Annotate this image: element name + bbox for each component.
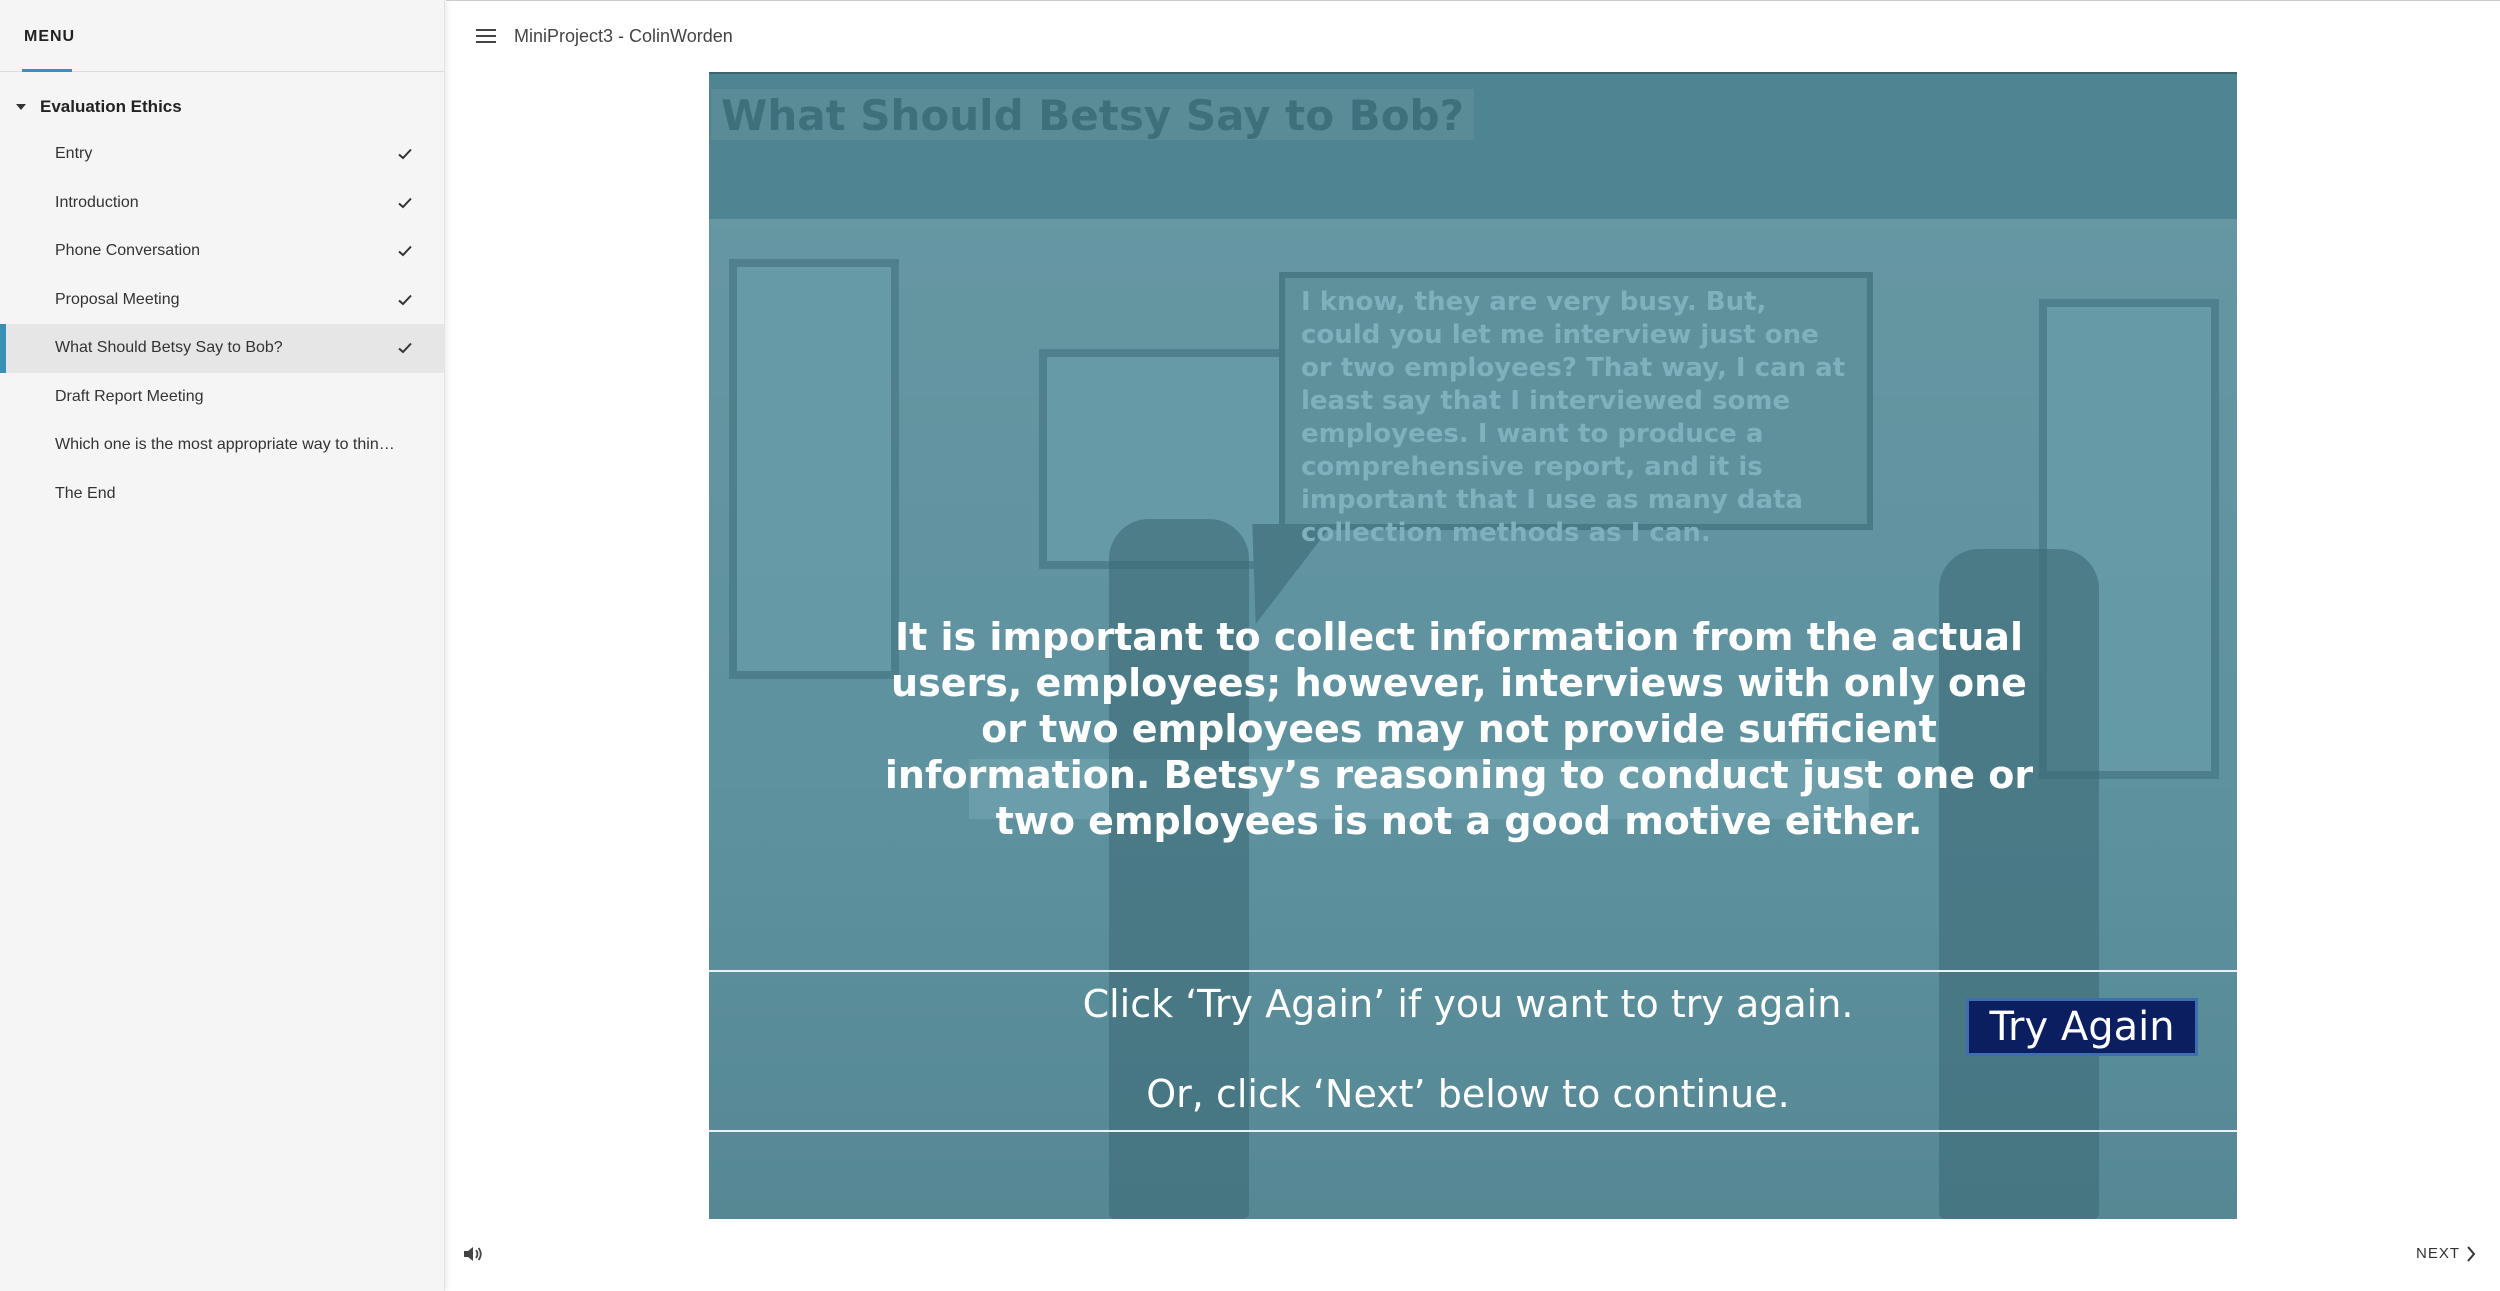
instruction-next-text: Or, click ‘Next’ below to continue. [1146, 1072, 1790, 1116]
sidebar-item-label: Phone Conversation [55, 242, 200, 260]
checkmark-icon [398, 342, 412, 354]
sidebar-item-introduction[interactable]: Introduction [0, 179, 444, 228]
sidebar-item-proposal-meeting[interactable]: Proposal Meeting [0, 276, 444, 325]
menu-header: MENU [0, 0, 444, 72]
sidebar-items: Entry Introduction Phone Conversation Pr… [0, 130, 444, 518]
speaker-icon[interactable] [462, 1245, 484, 1263]
menu-title-underline [22, 69, 72, 72]
checkmark-icon [398, 197, 412, 208]
sidebar-item-label: Draft Report Meeting [55, 387, 204, 405]
hamburger-icon[interactable] [476, 29, 496, 45]
section-evaluation-ethics[interactable]: Evaluation Ethics [0, 92, 444, 122]
sidebar-item-what-should-betsy-say[interactable]: What Should Betsy Say to Bob? [0, 324, 444, 373]
slide-title: What Should Betsy Say to Bob? [711, 89, 1474, 140]
next-label: NEXT [2415, 1245, 2460, 1262]
sidebar-item-the-end[interactable]: The End [0, 470, 444, 519]
checkmark-icon [398, 294, 412, 305]
sidebar-item-label: Proposal Meeting [55, 290, 180, 308]
sidebar-item-label: The End [55, 484, 116, 502]
try-again-button[interactable]: Try Again [1966, 998, 2198, 1056]
instruction-band: Click ‘Try Again’ if you want to try aga… [709, 970, 2237, 1132]
checkmark-icon [398, 148, 412, 160]
caret-down-icon [16, 104, 26, 110]
next-button[interactable]: NEXT [2416, 1245, 2476, 1262]
sidebar-item-most-appropriate-way[interactable]: Which one is the most appropriate way to… [0, 421, 444, 470]
window-shape [729, 259, 899, 679]
sidebar-item-label: Introduction [55, 193, 139, 211]
sidebar-item-label: What Should Betsy Say to Bob? [55, 339, 283, 357]
speech-bubble: I know, they are very busy. But, could y… [1279, 272, 1873, 548]
course-title: MiniProject3 - ColinWorden [514, 26, 733, 46]
section-title: Evaluation Ethics [40, 97, 182, 116]
sidebar-item-label: Which one is the most appropriate way to… [55, 436, 395, 454]
sidebar-item-draft-report-meeting[interactable]: Draft Report Meeting [0, 373, 444, 422]
menu-title: MENU [24, 28, 76, 45]
sidebar-menu: MENU Evaluation Ethics Entry Introductio… [0, 0, 445, 1291]
sidebar-item-phone-conversation[interactable]: Phone Conversation [0, 227, 444, 276]
chevron-right-icon [2467, 1245, 2476, 1262]
top-bar: MiniProject3 - ColinWorden [446, 0, 2500, 72]
checkmark-icon [398, 245, 412, 257]
feedback-text: It is important to collect information f… [884, 615, 2034, 843]
sidebar-item-label: Entry [55, 145, 93, 163]
sidebar-item-entry[interactable]: Entry [0, 130, 444, 179]
slide-stage: What Should Betsy Say to Bob? I know, th… [709, 72, 2237, 1219]
